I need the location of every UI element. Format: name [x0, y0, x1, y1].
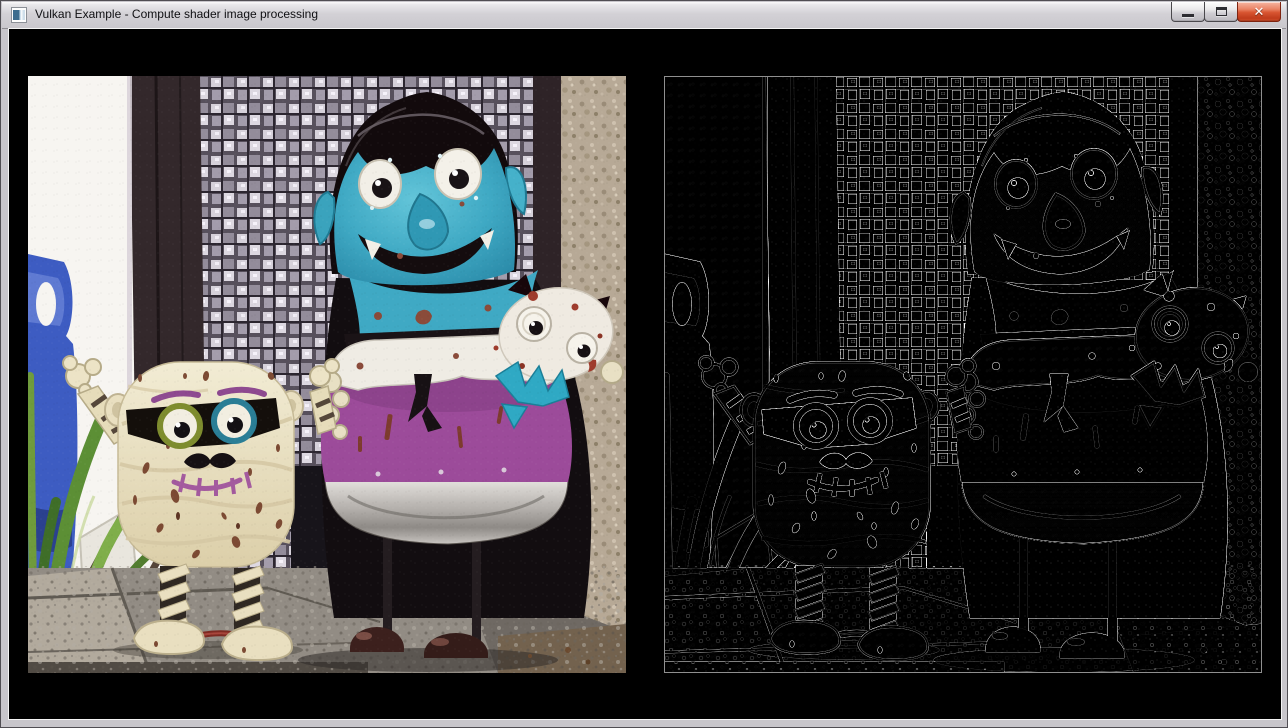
- app-window: Vulkan Example - Compute shader image pr…: [0, 0, 1288, 728]
- maximize-icon: [1216, 7, 1227, 16]
- window-titlebar[interactable]: Vulkan Example - Compute shader image pr…: [2, 2, 1286, 29]
- close-button[interactable]: ✕: [1237, 2, 1281, 22]
- minimize-button[interactable]: [1171, 2, 1205, 22]
- edge-output-panel: [664, 76, 1262, 673]
- window-controls: ✕: [1172, 2, 1281, 22]
- client-area: [8, 28, 1282, 720]
- original-image-panel: [28, 76, 626, 673]
- app-icon: [11, 7, 27, 23]
- maximize-button[interactable]: [1204, 2, 1238, 22]
- minimize-icon: [1182, 14, 1194, 17]
- window-title: Vulkan Example - Compute shader image pr…: [35, 2, 318, 27]
- close-icon: ✕: [1254, 4, 1265, 20]
